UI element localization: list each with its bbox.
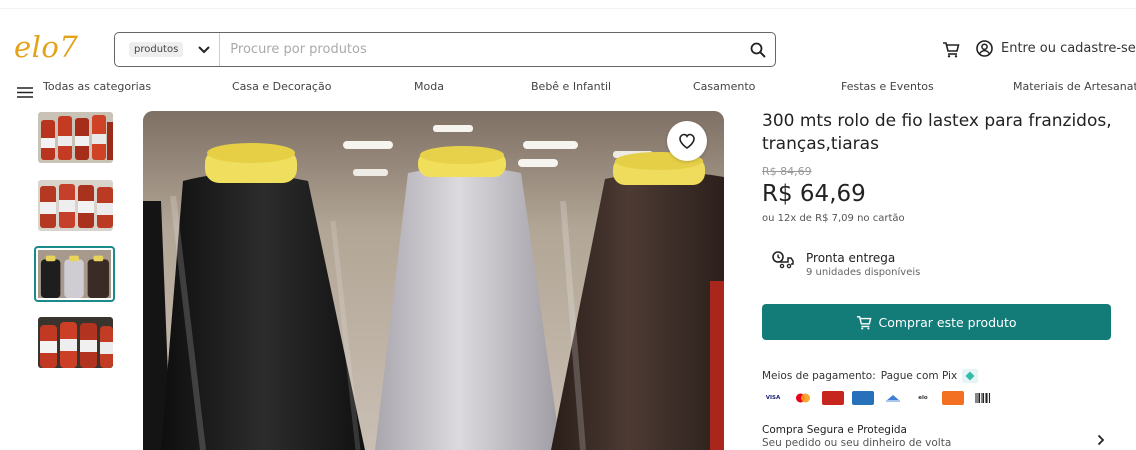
search-input[interactable]	[220, 42, 741, 57]
menu-icon[interactable]	[17, 83, 33, 98]
heart-icon	[679, 133, 695, 149]
nav-all-categories[interactable]: Todas as categorias	[43, 80, 151, 93]
category-nav: Todas as categorias Casa e Decoração Mod…	[0, 76, 1136, 100]
cart-icon	[857, 315, 873, 330]
nav-item-bebe-infantil[interactable]: Bebê e Infantil	[531, 80, 611, 93]
nav-item-casamento[interactable]: Casamento	[693, 80, 755, 93]
stock-status: Pronta entrega	[806, 251, 896, 265]
pix-label: Pague com Pix	[880, 370, 958, 382]
mastercard-icon	[792, 391, 814, 405]
chevron-right-icon[interactable]	[1097, 431, 1107, 446]
top-divider	[0, 8, 1136, 9]
hiper-icon	[942, 391, 964, 405]
buy-button-label: Comprar este produto	[878, 314, 1017, 330]
thumbnail-1[interactable]	[38, 112, 113, 163]
search-scope-select[interactable]: produtos	[115, 33, 221, 66]
delivery-icon	[772, 251, 794, 269]
old-price: R$ 84,69	[762, 165, 812, 178]
elo7-logo[interactable]: elo7	[14, 30, 78, 64]
pix-icon	[962, 369, 979, 383]
installments-info: ou 12x de R$ 7,09 no cartão	[762, 213, 905, 224]
buy-button[interactable]: Comprar este produto	[762, 304, 1111, 340]
stock-quantity: 9 unidades disponíveis	[806, 267, 921, 278]
thumbnail-3-selected[interactable]	[34, 246, 115, 302]
nav-item-casa-decoracao[interactable]: Casa e Decoração	[232, 80, 331, 93]
login-label: Entre ou cadastre-se	[1001, 41, 1136, 56]
elo-card-icon: elo	[918, 395, 928, 401]
diners-icon	[822, 391, 844, 405]
favorite-button[interactable]	[667, 121, 707, 161]
nav-item-moda[interactable]: Moda	[414, 80, 444, 93]
payment-label: Meios de pagamento:	[762, 370, 876, 382]
login-link[interactable]: Entre ou cadastre-se	[976, 40, 1136, 57]
price: R$ 64,69	[762, 181, 866, 207]
boleto-icon	[972, 391, 994, 405]
secure-purchase-subtitle: Seu pedido ou seu dinheiro de volta	[762, 437, 952, 449]
nav-item-festas-eventos[interactable]: Festas e Eventos	[841, 80, 934, 93]
search-icon[interactable]	[741, 33, 775, 66]
hipercard-icon	[882, 391, 904, 405]
nav-item-materiais-artesanato[interactable]: Materiais de Artesanato	[1013, 80, 1136, 93]
user-icon	[976, 40, 993, 57]
cart-icon[interactable]	[942, 40, 960, 58]
payment-methods: Meios de pagamento: Pague com Pix	[762, 369, 979, 383]
thumbnail-4[interactable]	[38, 317, 113, 368]
search-bar: produtos	[114, 32, 776, 67]
product-title: 300 mts rolo de fio lastex para franzido…	[762, 111, 1112, 154]
search-scope-label: produtos	[129, 42, 184, 57]
product-main-image[interactable]	[143, 111, 724, 450]
visa-icon: VISA	[765, 395, 781, 401]
secure-purchase-title[interactable]: Compra Segura e Protegida	[762, 424, 907, 436]
card-brands: VISA elo	[762, 391, 994, 405]
thumbnail-2[interactable]	[38, 180, 113, 231]
amex-icon	[852, 391, 874, 405]
chevron-down-icon	[197, 43, 211, 57]
